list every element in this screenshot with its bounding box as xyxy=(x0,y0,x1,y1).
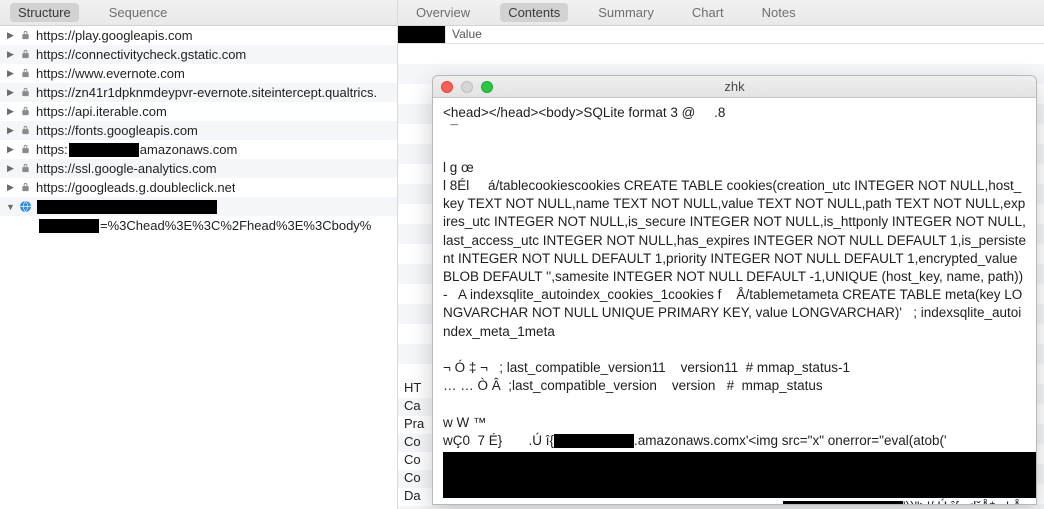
tab-notes[interactable]: Notes xyxy=(754,3,804,22)
zoom-icon[interactable] xyxy=(481,81,493,93)
tree-row-label: https://googleads.g.doubleclick.net xyxy=(36,180,235,195)
lock-icon xyxy=(19,67,32,80)
para3a: w W ™ wÇ0 7 É} .Ú î{ xyxy=(443,415,554,448)
redaction xyxy=(37,200,217,214)
left-tabbar: Structure Sequence xyxy=(0,0,397,26)
tree-row[interactable]: ▼ xyxy=(0,197,397,216)
tree-row[interactable]: ▶ https:amazonaws.com xyxy=(0,140,397,159)
redaction xyxy=(783,501,903,505)
list-item[interactable]: HT xyxy=(398,380,432,398)
tree-row[interactable]: =%3Chead%3E%3C%2Fhead%3E%3Cbody% xyxy=(0,216,397,235)
minimize-icon xyxy=(461,81,473,93)
list-item[interactable]: Co xyxy=(398,470,432,488)
traffic-lights xyxy=(433,81,493,93)
line1: <head></head><body>SQLite format 3 @ .8 xyxy=(443,105,725,120)
right-tabbar: Overview Contents Summary Chart Notes xyxy=(398,0,1044,26)
chevron-right-icon[interactable]: ▶ xyxy=(6,126,15,135)
tab-summary[interactable]: Summary xyxy=(590,3,662,22)
window-title: zhk xyxy=(433,79,1036,94)
left-pane: Structure Sequence ▶ https://play.googlea… xyxy=(0,0,398,509)
chevron-down-icon[interactable]: ▼ xyxy=(6,202,15,211)
tree-row[interactable]: ▶ https://play.googleapis.com xyxy=(0,26,397,45)
globe-icon xyxy=(19,200,32,213)
tree-row-label: https:amazonaws.com xyxy=(36,142,237,158)
floating-window[interactable]: zhk <head></head><body>SQLite format 3 @… xyxy=(432,75,1037,505)
tab-overview[interactable]: Overview xyxy=(408,3,478,22)
tree-row[interactable]: ▶ https://googleads.g.doubleclick.net xyxy=(0,178,397,197)
redaction xyxy=(69,143,139,157)
lock-icon xyxy=(19,86,32,99)
list-item[interactable]: Ca xyxy=(398,398,432,416)
tree-row[interactable]: ▶ https://connectivitycheck.gstatic.com xyxy=(0,45,397,64)
tree-row-label: https://ssl.google-analytics.com xyxy=(36,161,217,176)
list-item[interactable]: Da xyxy=(398,488,432,506)
redaction xyxy=(554,434,634,448)
tree-row-label: https://fonts.googleapis.com xyxy=(36,123,198,138)
tree-row-label: =%3Chead%3E%3C%2Fhead%3E%3Cbody% xyxy=(38,218,371,234)
app-root: Structure Sequence ▶ https://play.googlea… xyxy=(0,0,1044,509)
lock-icon xyxy=(19,181,32,194)
chevron-right-icon[interactable]: ▶ xyxy=(6,31,15,40)
lock-icon xyxy=(19,48,32,61)
chevron-right-icon[interactable]: ▶ xyxy=(6,50,15,59)
chevron-right-icon[interactable]: ▶ xyxy=(6,183,15,192)
titlebar[interactable]: zhk xyxy=(433,76,1036,98)
close-icon[interactable] xyxy=(441,81,453,93)
tree-row[interactable]: ▶ https://www.evernote.com xyxy=(0,64,397,83)
tree-row-label: https://play.googleapis.com xyxy=(36,28,193,43)
tab-contents[interactable]: Contents xyxy=(500,3,568,22)
tree-row-label: https://www.evernote.com xyxy=(36,66,185,81)
list-item[interactable]: Co xyxy=(398,452,432,470)
tab-chart[interactable]: Chart xyxy=(684,3,732,22)
chevron-right-icon[interactable]: ▶ xyxy=(6,145,15,154)
tree-row[interactable]: ▶ https://ssl.google-analytics.com xyxy=(0,159,397,178)
lock-icon xyxy=(19,105,32,118)
para1: l g œ l 8Él á/tablecookiescookies CREATE… xyxy=(443,160,1026,339)
lock-icon xyxy=(19,29,32,42)
lock-icon xyxy=(19,143,32,156)
tree-row[interactable]: ▶ https://zn41r1dpknmdeypvr-evernote.site… xyxy=(0,83,397,102)
list-item[interactable]: Pra xyxy=(398,416,432,434)
chevron-right-icon[interactable]: ▶ xyxy=(6,164,15,173)
tree-row-label: https://zn41r1dpknmdeypvr-evernote.sitei… xyxy=(36,85,377,100)
chevron-right-icon[interactable]: ▶ xyxy=(6,107,15,116)
chevron-right-icon[interactable]: ▶ xyxy=(6,88,15,97)
para2: ¬ Ó ‡ ¬ ; last_compatible_version11 vers… xyxy=(443,360,850,393)
bottom-rows: HTCaPraCoCoCoDa xyxy=(398,380,432,506)
para3b: .amazonaws.comx'<img src="x" onerror="ev… xyxy=(634,433,947,448)
tree-row-label: https://connectivitycheck.gstatic.com xyxy=(36,47,246,62)
tree-row-label xyxy=(36,199,218,215)
lock-icon xyxy=(19,124,32,137)
tree-row-label: https://api.iterable.com xyxy=(36,104,167,119)
chevron-right-icon[interactable]: ▶ xyxy=(6,69,15,78)
tree-row[interactable]: ▶ https://api.iterable.com xyxy=(0,102,397,121)
para4a: '))">'/.Ú î{∞dˇÅ* ' Åm xyxy=(443,499,1022,505)
kv-header-value: Value xyxy=(446,26,488,43)
tree-row[interactable]: ▶ https://fonts.googleapis.com xyxy=(0,121,397,140)
list-item[interactable]: Co xyxy=(398,434,432,452)
redaction xyxy=(39,219,99,233)
tab-structure[interactable]: Structure xyxy=(10,3,79,22)
kv-header-key xyxy=(398,26,446,43)
kv-header: Value xyxy=(398,26,1044,44)
redaction xyxy=(443,452,1037,498)
host-tree[interactable]: ▶ https://play.googleapis.com ▶ https://con… xyxy=(0,26,397,509)
line1b: ¯ xyxy=(443,123,458,138)
window-content[interactable]: <head></head><body>SQLite format 3 @ .8 … xyxy=(433,98,1036,505)
tab-sequence[interactable]: Sequence xyxy=(101,3,176,22)
lock-icon xyxy=(19,162,32,175)
